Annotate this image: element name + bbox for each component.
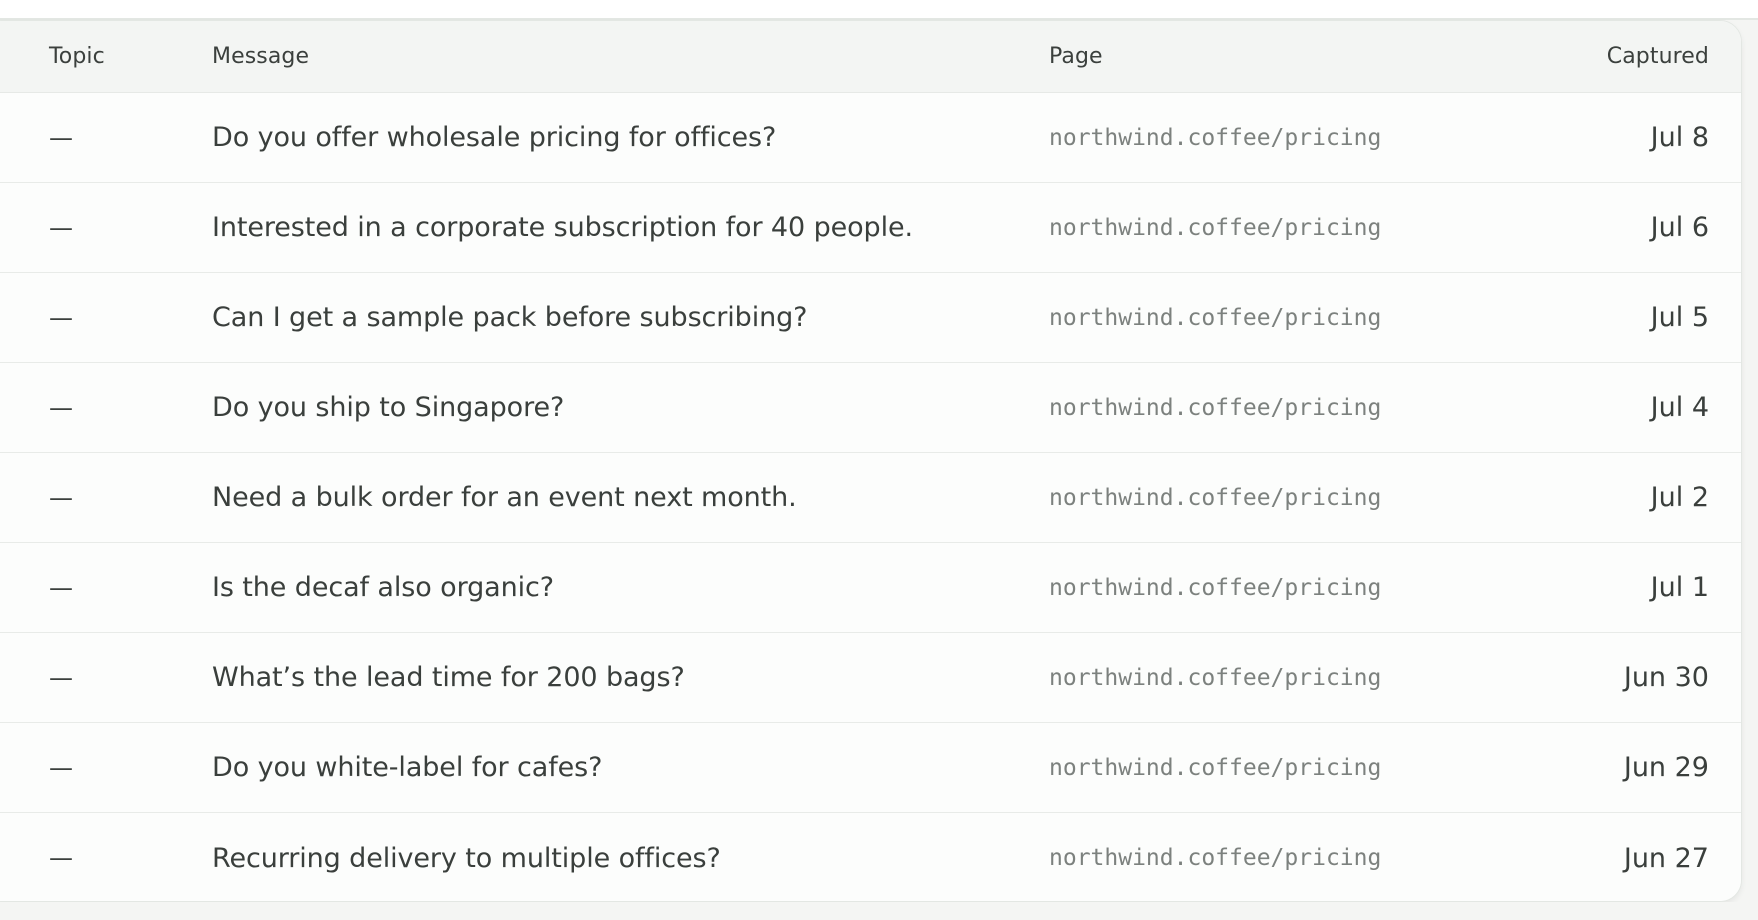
header-topic[interactable]: Topic — [49, 44, 105, 69]
cell-topic: — — [49, 844, 73, 872]
cell-page: northwind.coffee/pricing — [1049, 484, 1382, 511]
top-strip — [0, 0, 1758, 20]
cell-message: Do you ship to Singapore? — [212, 392, 565, 423]
cell-page: northwind.coffee/pricing — [1049, 394, 1382, 421]
cell-page: northwind.coffee/pricing — [1049, 754, 1382, 781]
cell-page: northwind.coffee/pricing — [1049, 214, 1382, 241]
cell-captured: Jun 30 — [1623, 662, 1709, 693]
cell-page: northwind.coffee/pricing — [1049, 664, 1382, 691]
header-page[interactable]: Page — [1049, 44, 1103, 69]
cell-message: Interested in a corporate subscription f… — [212, 212, 913, 243]
table-row[interactable]: — Is the decaf also organic? northwind.c… — [0, 543, 1741, 633]
cell-message: Do you white-label for cafes? — [212, 752, 603, 783]
cell-message: Recurring delivery to multiple offices? — [212, 842, 721, 874]
table-row[interactable]: — Do you ship to Singapore? northwind.co… — [0, 363, 1741, 453]
table-row[interactable]: — Need a bulk order for an event next mo… — [0, 453, 1741, 543]
cell-page: northwind.coffee/pricing — [1049, 124, 1382, 151]
leads-table: Topic Message Page Captured — Do you off… — [0, 20, 1742, 902]
table-row[interactable]: — What’s the lead time for 200 bags? nor… — [0, 633, 1741, 723]
cell-topic: — — [49, 393, 73, 422]
bottom-strip — [0, 902, 1758, 920]
cell-topic: — — [49, 663, 73, 692]
cell-captured: Jul 4 — [1650, 392, 1709, 423]
table-row[interactable]: — Do you white-label for cafes? northwin… — [0, 723, 1741, 813]
header-captured[interactable]: Captured — [1607, 44, 1709, 69]
table-row[interactable]: — Interested in a corporate subscription… — [0, 183, 1741, 273]
cell-captured: Jun 27 — [1623, 842, 1709, 874]
cell-captured: Jun 29 — [1623, 752, 1709, 783]
cell-captured: Jul 5 — [1650, 302, 1709, 333]
cell-captured: Jul 1 — [1650, 572, 1709, 603]
cell-page: northwind.coffee/pricing — [1049, 574, 1382, 601]
cell-message: What’s the lead time for 200 bags? — [212, 662, 685, 693]
cell-captured: Jul 2 — [1650, 482, 1709, 513]
cell-message: Can I get a sample pack before subscribi… — [212, 302, 808, 333]
cell-topic: — — [49, 123, 73, 152]
cell-topic: — — [49, 483, 73, 512]
table-row[interactable]: — Recurring delivery to multiple offices… — [0, 813, 1741, 901]
table-row[interactable]: — Can I get a sample pack before subscri… — [0, 273, 1741, 363]
cell-topic: — — [49, 753, 73, 782]
cell-message: Do you offer wholesale pricing for offic… — [212, 122, 777, 153]
cell-topic: — — [49, 213, 73, 242]
cell-captured: Jul 8 — [1650, 122, 1709, 153]
cell-captured: Jul 6 — [1650, 212, 1709, 243]
table-header: Topic Message Page Captured — [0, 21, 1741, 93]
cell-page: northwind.coffee/pricing — [1049, 845, 1382, 871]
header-message[interactable]: Message — [212, 44, 309, 69]
cell-page: northwind.coffee/pricing — [1049, 304, 1382, 331]
cell-message: Is the decaf also organic? — [212, 572, 554, 603]
cell-topic: — — [49, 303, 73, 332]
cell-topic: — — [49, 573, 73, 602]
table-row[interactable]: — Do you offer wholesale pricing for off… — [0, 93, 1741, 183]
cell-message: Need a bulk order for an event next mont… — [212, 482, 797, 513]
